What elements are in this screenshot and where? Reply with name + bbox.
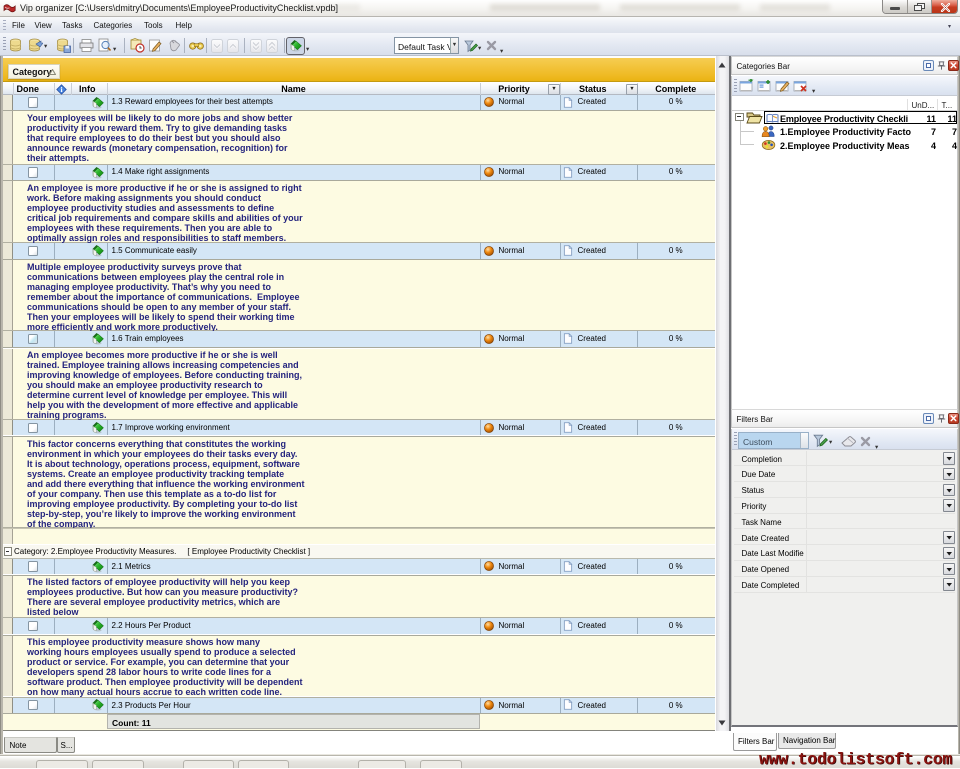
- svg-text:i: i: [60, 85, 62, 94]
